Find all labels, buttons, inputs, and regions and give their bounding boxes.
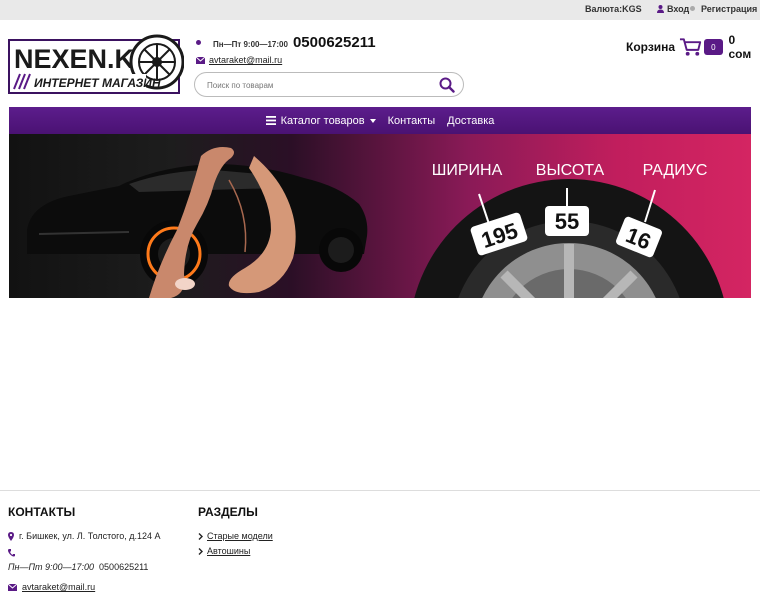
banner-radius-label: РАДИУС xyxy=(643,162,708,179)
footer-email-link[interactable]: avtaraket@mail.ru xyxy=(22,582,95,592)
footer-contacts: КОНТАКТЫ г. Бишкек, ул. Л. Толстого, д.1… xyxy=(8,505,188,600)
search-box xyxy=(194,72,464,97)
header-email-link[interactable]: avtaraket@mail.ru xyxy=(209,55,282,65)
footer-hours: Пн—Пт 9:00—17:00 xyxy=(8,562,95,572)
banner-width-label: ШИРИНА xyxy=(432,162,503,179)
cart-icon xyxy=(680,38,702,56)
chevron-right-icon xyxy=(198,547,203,555)
bullet-icon xyxy=(196,40,201,45)
nav-catalog[interactable]: Каталог товаров xyxy=(265,114,376,127)
footer-section-link[interactable]: Старые модели xyxy=(198,531,398,541)
mail-icon xyxy=(8,583,17,591)
separator-dot xyxy=(690,6,695,11)
nav-catalog-label: Каталог товаров xyxy=(280,114,365,127)
work-hours: Пн—Пт 9:00—17:00 xyxy=(213,40,288,49)
footer-divider xyxy=(0,490,760,491)
footer-sections-title: РАЗДЕЛЫ xyxy=(198,505,258,519)
register-link[interactable]: Регистрация xyxy=(701,4,757,14)
mail-icon xyxy=(196,56,205,64)
cart-count-badge: 0 xyxy=(704,39,723,55)
map-marker-icon xyxy=(8,531,14,541)
currency-selector[interactable]: Валюта:KGS xyxy=(585,4,642,14)
footer-contacts-title: КОНТАКТЫ xyxy=(8,505,76,519)
main-nav: Каталог товаров Контакты Доставка xyxy=(9,107,751,134)
phone-icon xyxy=(8,549,15,557)
footer-section-tires[interactable]: Автошины xyxy=(207,546,250,556)
footer-sections: РАЗДЕЛЫ Старые модели Автошины xyxy=(198,505,398,561)
nav-delivery[interactable]: Доставка xyxy=(447,115,494,127)
caret-down-icon xyxy=(369,118,376,123)
search-icon xyxy=(439,77,455,93)
logo-subtitle: ИНТЕРНЕТ МАГАЗИН xyxy=(34,76,161,90)
footer-section-old-models[interactable]: Старые модели xyxy=(207,531,273,541)
cart-label: Корзина xyxy=(626,40,676,54)
top-bar: Валюта:KGS Вход Регистрация xyxy=(0,0,760,20)
search-button[interactable] xyxy=(439,77,455,93)
footer-phone[interactable]: 0500625211 xyxy=(99,562,148,572)
site-logo[interactable]: NEXEN.KG ИНТЕРНЕТ МАГАЗИН xyxy=(8,32,185,96)
header-phone[interactable]: 0500625211 xyxy=(293,34,376,51)
banner-illustration: 195 55 16 ШИРИНА ВЫСОТА РАДИУС xyxy=(27,147,724,298)
login-label: Вход xyxy=(667,4,690,14)
cart-widget[interactable]: Корзина 0 0 сом xyxy=(626,33,760,61)
user-icon xyxy=(657,5,664,13)
footer-address: г. Бишкек, ул. Л. Толстого, д.124 А xyxy=(19,531,161,541)
chevron-right-icon xyxy=(198,532,203,540)
search-input[interactable] xyxy=(207,77,427,93)
promo-banner[interactable]: 195 55 16 ШИРИНА ВЫСОТА РАДИУС xyxy=(9,134,751,298)
tire-image xyxy=(414,179,724,298)
menu-icon xyxy=(265,116,276,125)
login-link[interactable]: Вход xyxy=(657,4,689,14)
header-contacts: Пн—Пт 9:00—17:00 0500625211 avtaraket@ma… xyxy=(196,34,376,65)
nav-contacts[interactable]: Контакты xyxy=(388,115,436,127)
tire-height-value: 55 xyxy=(555,209,579,234)
banner-height-label: ВЫСОТА xyxy=(536,162,605,179)
cart-total: 0 сом xyxy=(728,33,752,61)
footer-section-link[interactable]: Автошины xyxy=(198,546,398,556)
